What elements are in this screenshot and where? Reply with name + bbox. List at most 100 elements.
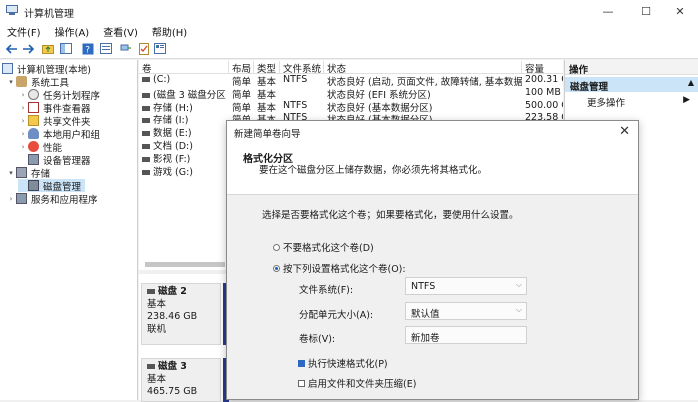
menu-help[interactable]: 帮助(H) [145, 22, 194, 39]
disk-status: 联机 [147, 323, 167, 335]
tree-item-label: 共享文件夹 [43, 116, 91, 128]
tree-item-storage[interactable]: ▾ 存储 [6, 166, 50, 180]
volume-label-value: 新加卷 [411, 333, 440, 344]
table-row[interactable]: (C:) 简单 基本 NTFS 状态良好 (启动, 页面文件, 故障转储, 基本… [139, 74, 563, 88]
volume-icon [142, 156, 150, 162]
column-header-type[interactable]: 类型 [254, 61, 280, 75]
volume-icon [142, 144, 150, 149]
tree-item-disk-management[interactable]: 磁盘管理 [18, 179, 86, 193]
clock-icon [28, 89, 39, 100]
allocation-unit-value: 默认值 [411, 309, 440, 320]
connect-icon [120, 44, 131, 51]
radio-button-on[interactable] [273, 264, 280, 272]
maximize-button[interactable]: ☐ [628, 0, 664, 22]
filesystem-select[interactable]: NTFS ⌵ [405, 277, 527, 295]
chevron-right-icon[interactable]: › [18, 91, 28, 99]
cell-capacity: 200.31 G [525, 74, 563, 85]
table-row[interactable]: 存储 (H:) 简单 基本 NTFS 状态良好 (基本数据分区) 500.00 … [139, 99, 563, 114]
allocation-unit-select[interactable]: 默认值 ⌵ [405, 302, 527, 320]
tree-item-label: 性能 [43, 142, 63, 154]
radio-format-volume[interactable]: 按下列设置格式化这个卷(O): [273, 261, 406, 275]
cell-volume: (C:) [153, 74, 171, 85]
quick-format-checkbox[interactable] [298, 359, 305, 367]
volume-icon [142, 92, 150, 98]
disk-3-info[interactable]: 磁盘 3 基本 465.75 GB [141, 358, 221, 402]
chevron-right-icon[interactable]: › [6, 195, 16, 203]
svg-text:?: ? [85, 45, 90, 55]
more-actions-label: 更多操作 [587, 98, 626, 109]
chevron-right-icon[interactable]: › [18, 104, 28, 112]
menu-view[interactable]: 查看(V) [96, 22, 145, 39]
disk-size: 465.75 GB [147, 386, 198, 397]
table-row[interactable]: (磁盘 3 磁盘分区 1) 简单 基本 状态良好 (EFI 系统分区) 100 … [139, 87, 563, 101]
tree-item-label: 设备管理器 [43, 155, 91, 167]
actions-header: 操作 [565, 60, 698, 76]
tree-item-performance[interactable]: › 性能 [18, 140, 63, 154]
table-header: 卷 布局 类型 文件系统 状态 容量 [139, 60, 563, 75]
disk-management-icon [28, 180, 39, 191]
volume-icon [142, 118, 150, 124]
collapse-up-icon[interactable]: ▲ [688, 78, 694, 87]
tree-item-device-manager[interactable]: 设备管理器 [18, 153, 91, 167]
menu-action[interactable]: 操作(A) [48, 22, 97, 39]
back-button[interactable] [4, 41, 19, 56]
tree-item-services-apps[interactable]: › 服务和应用程序 [6, 192, 98, 206]
tree-item-task-scheduler[interactable]: › 任务计划程序 [18, 88, 101, 102]
tree-item-event-viewer[interactable]: › 事件查看器 [18, 101, 91, 115]
tree-item-system-tools[interactable]: ▾ 系统工具 [6, 75, 70, 89]
computer-management-icon [6, 5, 18, 15]
connect-button[interactable] [118, 41, 133, 56]
volume-label-input[interactable]: 新加卷 [405, 326, 527, 344]
tree-item-label: 系统工具 [31, 77, 70, 89]
forward-button[interactable] [20, 41, 35, 56]
more-actions[interactable]: 更多操作 [587, 95, 625, 109]
disk-type: 基本 [147, 373, 167, 385]
cell-capacity: 500.00 G [525, 99, 563, 111]
chevron-right-icon[interactable]: ▶ [683, 95, 690, 105]
minimize-button[interactable]: — [590, 0, 626, 22]
quick-format-checkbox-row[interactable]: 执行快速格式化(P) [298, 356, 388, 370]
console-tree-icon [59, 43, 72, 54]
chevron-right-icon[interactable]: › [18, 117, 28, 125]
chevron-right-icon[interactable]: › [18, 130, 28, 138]
radio-do-not-format[interactable]: 不要格式化这个卷(D) [273, 240, 374, 254]
volume-icon [142, 77, 150, 82]
properties-button[interactable] [98, 41, 113, 56]
chevron-down-icon: ⌵ [515, 305, 522, 314]
view-button[interactable] [152, 41, 167, 56]
disk-2-info[interactable]: 磁盘 2 基本 238.46 GB 联机 [141, 283, 221, 345]
column-header-filesystem[interactable]: 文件系统 [280, 61, 324, 75]
dialog-close-button[interactable]: ✕ [619, 124, 630, 139]
tree-item-computer-management[interactable]: 计算机管理(本地) [2, 62, 91, 76]
column-header-volume[interactable]: 卷 [139, 61, 229, 75]
volume-label-label: 卷标(V): [299, 334, 336, 345]
column-header-layout[interactable]: 布局 [229, 61, 254, 75]
chevron-right-icon[interactable]: › [18, 143, 28, 151]
compression-checkbox-row[interactable]: 启用文件和文件夹压缩(E) [298, 376, 416, 390]
radio-button-off[interactable] [273, 243, 280, 251]
dialog-header: 格式化分区 要在这个磁盘分区上储存数据，你必须先将其格式化。 [227, 143, 638, 195]
tools-icon [16, 76, 27, 87]
tree-item-local-users-groups[interactable]: › 本地用户和组 [18, 127, 100, 141]
volume-icon [142, 131, 150, 137]
help-button[interactable]: ? [80, 41, 95, 56]
actions-section-disk-management[interactable]: 磁盘管理 ▲ [565, 77, 698, 93]
quick-format-label: 执行快速格式化(P) [308, 359, 388, 370]
tree-item-shared-folders[interactable]: › 共享文件夹 [18, 114, 91, 128]
close-button[interactable]: ✕ [662, 0, 698, 22]
tree-item-label: 磁盘管理 [43, 181, 82, 193]
up-folder-button[interactable] [40, 41, 55, 56]
chevron-down-icon[interactable]: ▾ [6, 78, 16, 86]
export-button[interactable] [136, 41, 151, 56]
show-hide-tree-button[interactable] [58, 41, 73, 56]
horizontal-scrollbar[interactable] [145, 262, 225, 267]
column-header-status[interactable]: 状态 [324, 61, 522, 75]
filesystem-value: NTFS [411, 281, 436, 292]
compression-checkbox[interactable] [298, 379, 305, 387]
column-header-capacity[interactable]: 容量 [522, 61, 563, 75]
chevron-down-icon[interactable]: ▾ [6, 169, 16, 177]
view-icon [153, 43, 166, 54]
tree-item-label: 服务和应用程序 [31, 194, 98, 206]
menu-file[interactable]: 文件(F) [0, 22, 48, 39]
tree-item-label: 任务计划程序 [43, 90, 101, 102]
